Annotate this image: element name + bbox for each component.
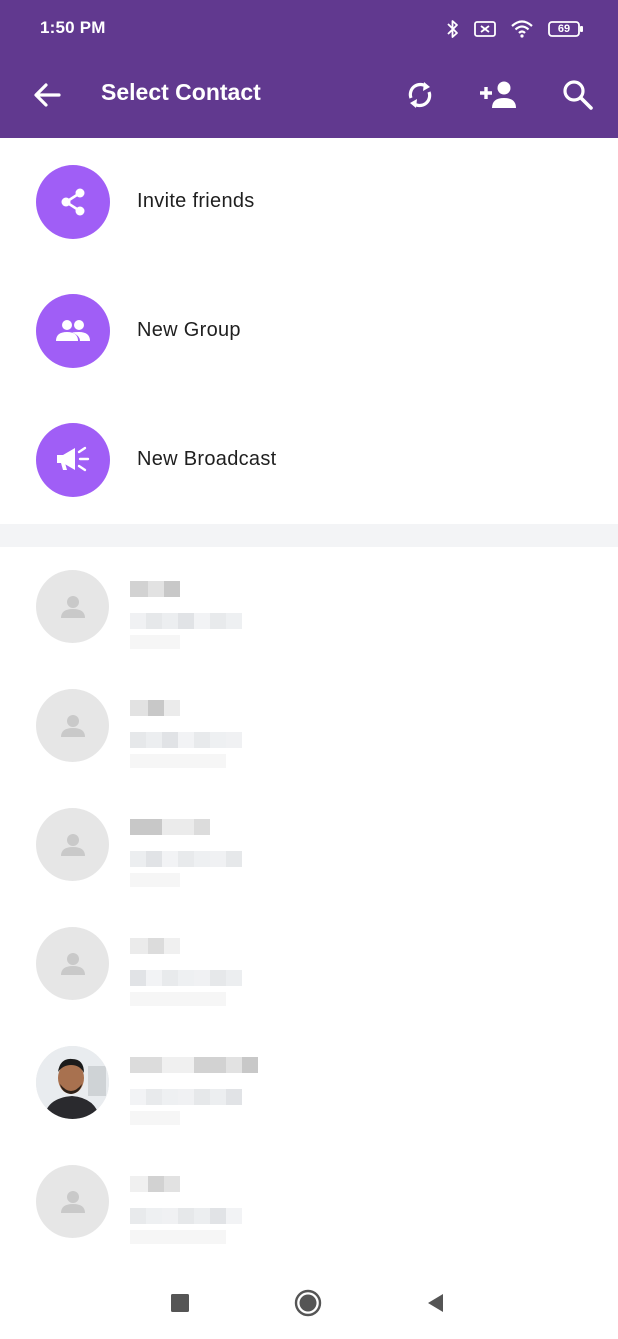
redacted-contact-status bbox=[130, 1111, 180, 1125]
contact-row[interactable] bbox=[0, 1142, 618, 1261]
new-broadcast-label: New Broadcast bbox=[137, 448, 277, 470]
person-placeholder-icon bbox=[36, 689, 109, 762]
page-title: Select Contact bbox=[101, 79, 261, 105]
broadcast-icon bbox=[36, 423, 110, 497]
battery-icon: 69 bbox=[548, 20, 584, 38]
person-placeholder-icon bbox=[36, 808, 109, 881]
status-bar: 1:50 PM 69 bbox=[0, 0, 618, 58]
redacted-contact-status bbox=[130, 754, 226, 768]
section-divider bbox=[0, 524, 618, 547]
invite-friends-item[interactable]: Invite friends bbox=[0, 138, 618, 267]
contact-row[interactable] bbox=[0, 547, 618, 666]
redacted-contact-status bbox=[130, 992, 226, 1006]
app-bar: Select Contact bbox=[0, 58, 618, 138]
search-icon[interactable] bbox=[555, 72, 601, 118]
invite-friends-label: Invite friends bbox=[137, 190, 255, 212]
contact-row[interactable] bbox=[0, 785, 618, 904]
battery-level: 69 bbox=[557, 23, 571, 35]
new-group-label: New Group bbox=[137, 319, 241, 341]
refresh-icon[interactable] bbox=[397, 72, 443, 118]
person-placeholder-icon bbox=[36, 927, 109, 1000]
contact-row[interactable] bbox=[0, 904, 618, 1023]
contact-photo bbox=[36, 1046, 109, 1119]
home-button[interactable] bbox=[292, 1287, 324, 1319]
contact-row[interactable] bbox=[0, 666, 618, 785]
group-icon bbox=[36, 294, 110, 368]
back-arrow-icon[interactable] bbox=[26, 74, 68, 116]
share-icon bbox=[36, 165, 110, 239]
bluetooth-icon bbox=[446, 19, 460, 39]
new-group-item[interactable]: New Group bbox=[0, 267, 618, 396]
back-button[interactable] bbox=[419, 1287, 451, 1319]
contact-row[interactable] bbox=[0, 1023, 618, 1142]
top-bar: 1:50 PM 69 Select Contact bbox=[0, 0, 618, 138]
new-broadcast-item[interactable]: New Broadcast bbox=[0, 396, 618, 525]
redacted-contact-status bbox=[130, 873, 180, 887]
redacted-contact-status bbox=[130, 1230, 226, 1244]
wifi-icon bbox=[510, 19, 534, 39]
person-placeholder-icon bbox=[36, 570, 109, 643]
system-nav-bar bbox=[0, 1265, 618, 1339]
no-sim-icon bbox=[474, 20, 496, 38]
recents-button[interactable] bbox=[164, 1287, 196, 1319]
add-contact-icon[interactable] bbox=[476, 72, 522, 118]
person-placeholder-icon bbox=[36, 1165, 109, 1238]
status-time: 1:50 PM bbox=[40, 18, 106, 37]
redacted-contact-status bbox=[130, 635, 180, 649]
